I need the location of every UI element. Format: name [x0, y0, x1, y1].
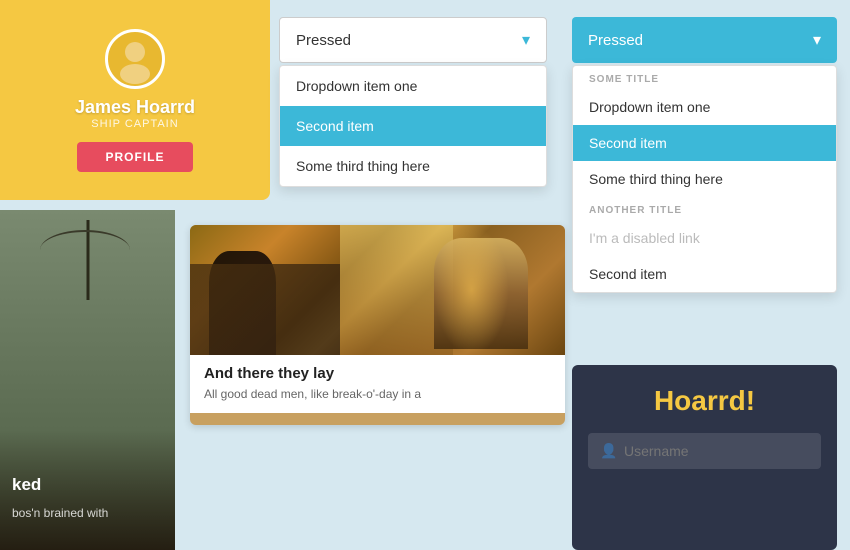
- image-card-left: ked bos'n brained with: [0, 210, 175, 550]
- dropdown-item-active[interactable]: Second item: [280, 106, 546, 146]
- card-title: And there they lay: [204, 365, 551, 382]
- dropdown-group-title-1: SOME TITLE: [573, 66, 836, 89]
- dropdown-grouped-item-disabled: I'm a disabled link: [573, 220, 836, 256]
- chevron-down-icon: ▾: [522, 30, 530, 50]
- dropdown-grouped-item-active[interactable]: Second item: [573, 125, 836, 161]
- dropdown-item[interactable]: Dropdown item one: [280, 66, 546, 106]
- username-input[interactable]: [588, 433, 821, 469]
- dropdown-grouped-trigger[interactable]: Pressed ▾: [572, 17, 837, 63]
- dropdown-grouped-item[interactable]: Second item: [573, 256, 836, 292]
- image-card-center: And there they lay All good dead men, li…: [190, 225, 565, 425]
- card-text-area: And there they lay All good dead men, li…: [190, 355, 565, 413]
- dropdown-item[interactable]: Some third thing here: [280, 146, 546, 186]
- hoarrd-title: Hoarrd!: [654, 385, 755, 417]
- card-body: All good dead men, like break-o'-day in …: [204, 386, 551, 403]
- dropdown-simple-trigger[interactable]: Pressed ▾: [279, 17, 547, 63]
- dropdown-grouped-selected: Pressed: [588, 32, 643, 49]
- left-image: ked bos'n brained with: [0, 210, 175, 550]
- chevron-down-icon: ▾: [813, 30, 821, 50]
- dropdown-simple-menu: Dropdown item one Second item Some third…: [279, 65, 547, 187]
- username-input-wrapper: 👤: [588, 433, 821, 469]
- left-card-text1: ked: [12, 475, 41, 495]
- painting-image: [190, 225, 565, 355]
- dropdown-grouped: Pressed ▾ SOME TITLE Dropdown item one S…: [572, 17, 837, 293]
- dropdown-grouped-item[interactable]: Some third thing here: [573, 161, 836, 197]
- left-card-text2: bos'n brained with: [12, 506, 108, 520]
- dropdown-grouped-menu: SOME TITLE Dropdown item one Second item…: [572, 65, 837, 293]
- profile-title: SHIP CAPTAIN: [91, 118, 178, 130]
- decorative-rope: [40, 230, 130, 270]
- dropdown-group-title-2: ANOTHER TITLE: [573, 197, 836, 220]
- profile-button[interactable]: PROFILE: [77, 142, 192, 172]
- dropdown-grouped-item[interactable]: Dropdown item one: [573, 89, 836, 125]
- hoarrd-card: Hoarrd! 👤: [572, 365, 837, 550]
- dropdown-simple-selected: Pressed: [296, 32, 351, 49]
- profile-name: James Hoarrd: [75, 97, 195, 118]
- dropdown-simple: Pressed ▾ Dropdown item one Second item …: [279, 17, 547, 187]
- avatar: [105, 29, 165, 89]
- profile-card: James Hoarrd SHIP CAPTAIN PROFILE: [0, 0, 270, 200]
